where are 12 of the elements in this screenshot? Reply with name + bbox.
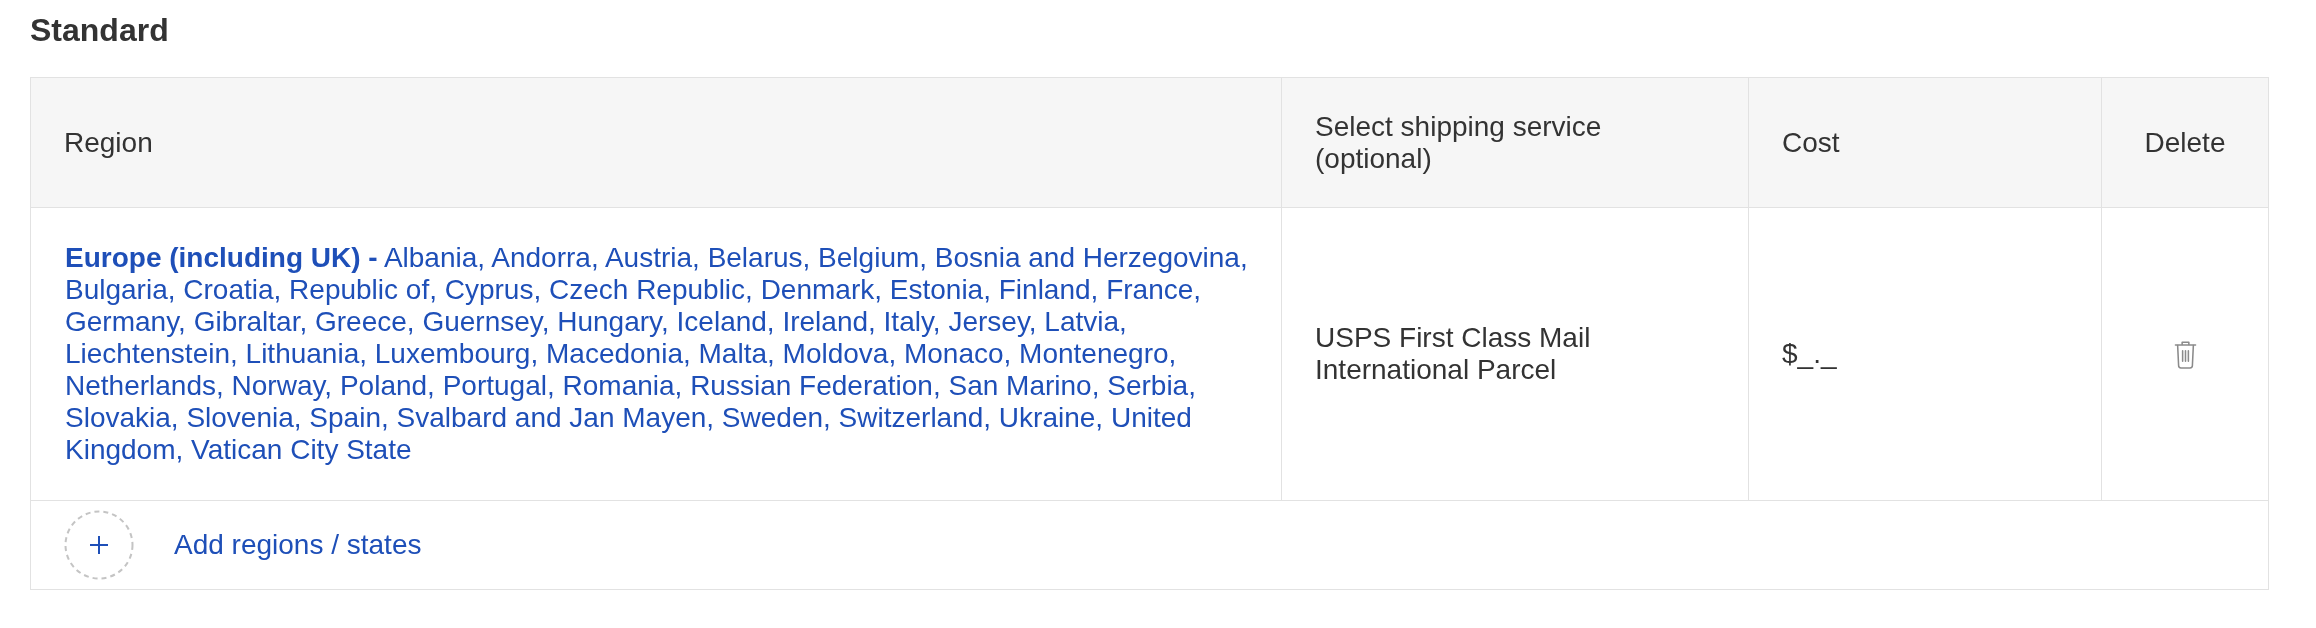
add-regions-button[interactable]: Add regions / states bbox=[64, 510, 422, 580]
section-title: Standard bbox=[30, 12, 169, 49]
column-header: Cost bbox=[1748, 77, 2102, 208]
column-header: Delete bbox=[2101, 77, 2269, 208]
plus-circle-icon bbox=[64, 510, 134, 580]
shipping-service-text: USPS First Class Mail International Parcel bbox=[1315, 322, 1591, 385]
cost-text: $_._ bbox=[1782, 338, 1837, 369]
delete-button[interactable] bbox=[2173, 339, 2197, 369]
region-text: Europe (including UK) - Albania, Andorra, Austria, Belarus, Belgium, Bosnia and Herzegovina, Bulgaria, Croatia, Republic of, Cyprus, Czech Republic, Denmark, Estonia, Finland, France, Germany, Gibraltar, Greece, Guernsey, Hungary, Iceland, Ireland, Italy, Jersey, Latvia, Liechtenstein, Lithuania, Luxembourg, Macedonia, Malta, Moldova, Monaco, Montenegro, Netherlands, Norway, Poland, Portugal, Romania, Russian Federation, San Marino, Serbia, Slovakia, Slovenia, Spain, Svalbard and Jan Mayen, Sweden, Switzerland, Ukraine, United Kingdom, Vatican City State bbox=[65, 242, 1248, 465]
column-header: Region bbox=[30, 77, 1282, 208]
trash-icon bbox=[2173, 339, 2197, 369]
column-header: Select shipping service (optional) bbox=[1281, 77, 1749, 208]
